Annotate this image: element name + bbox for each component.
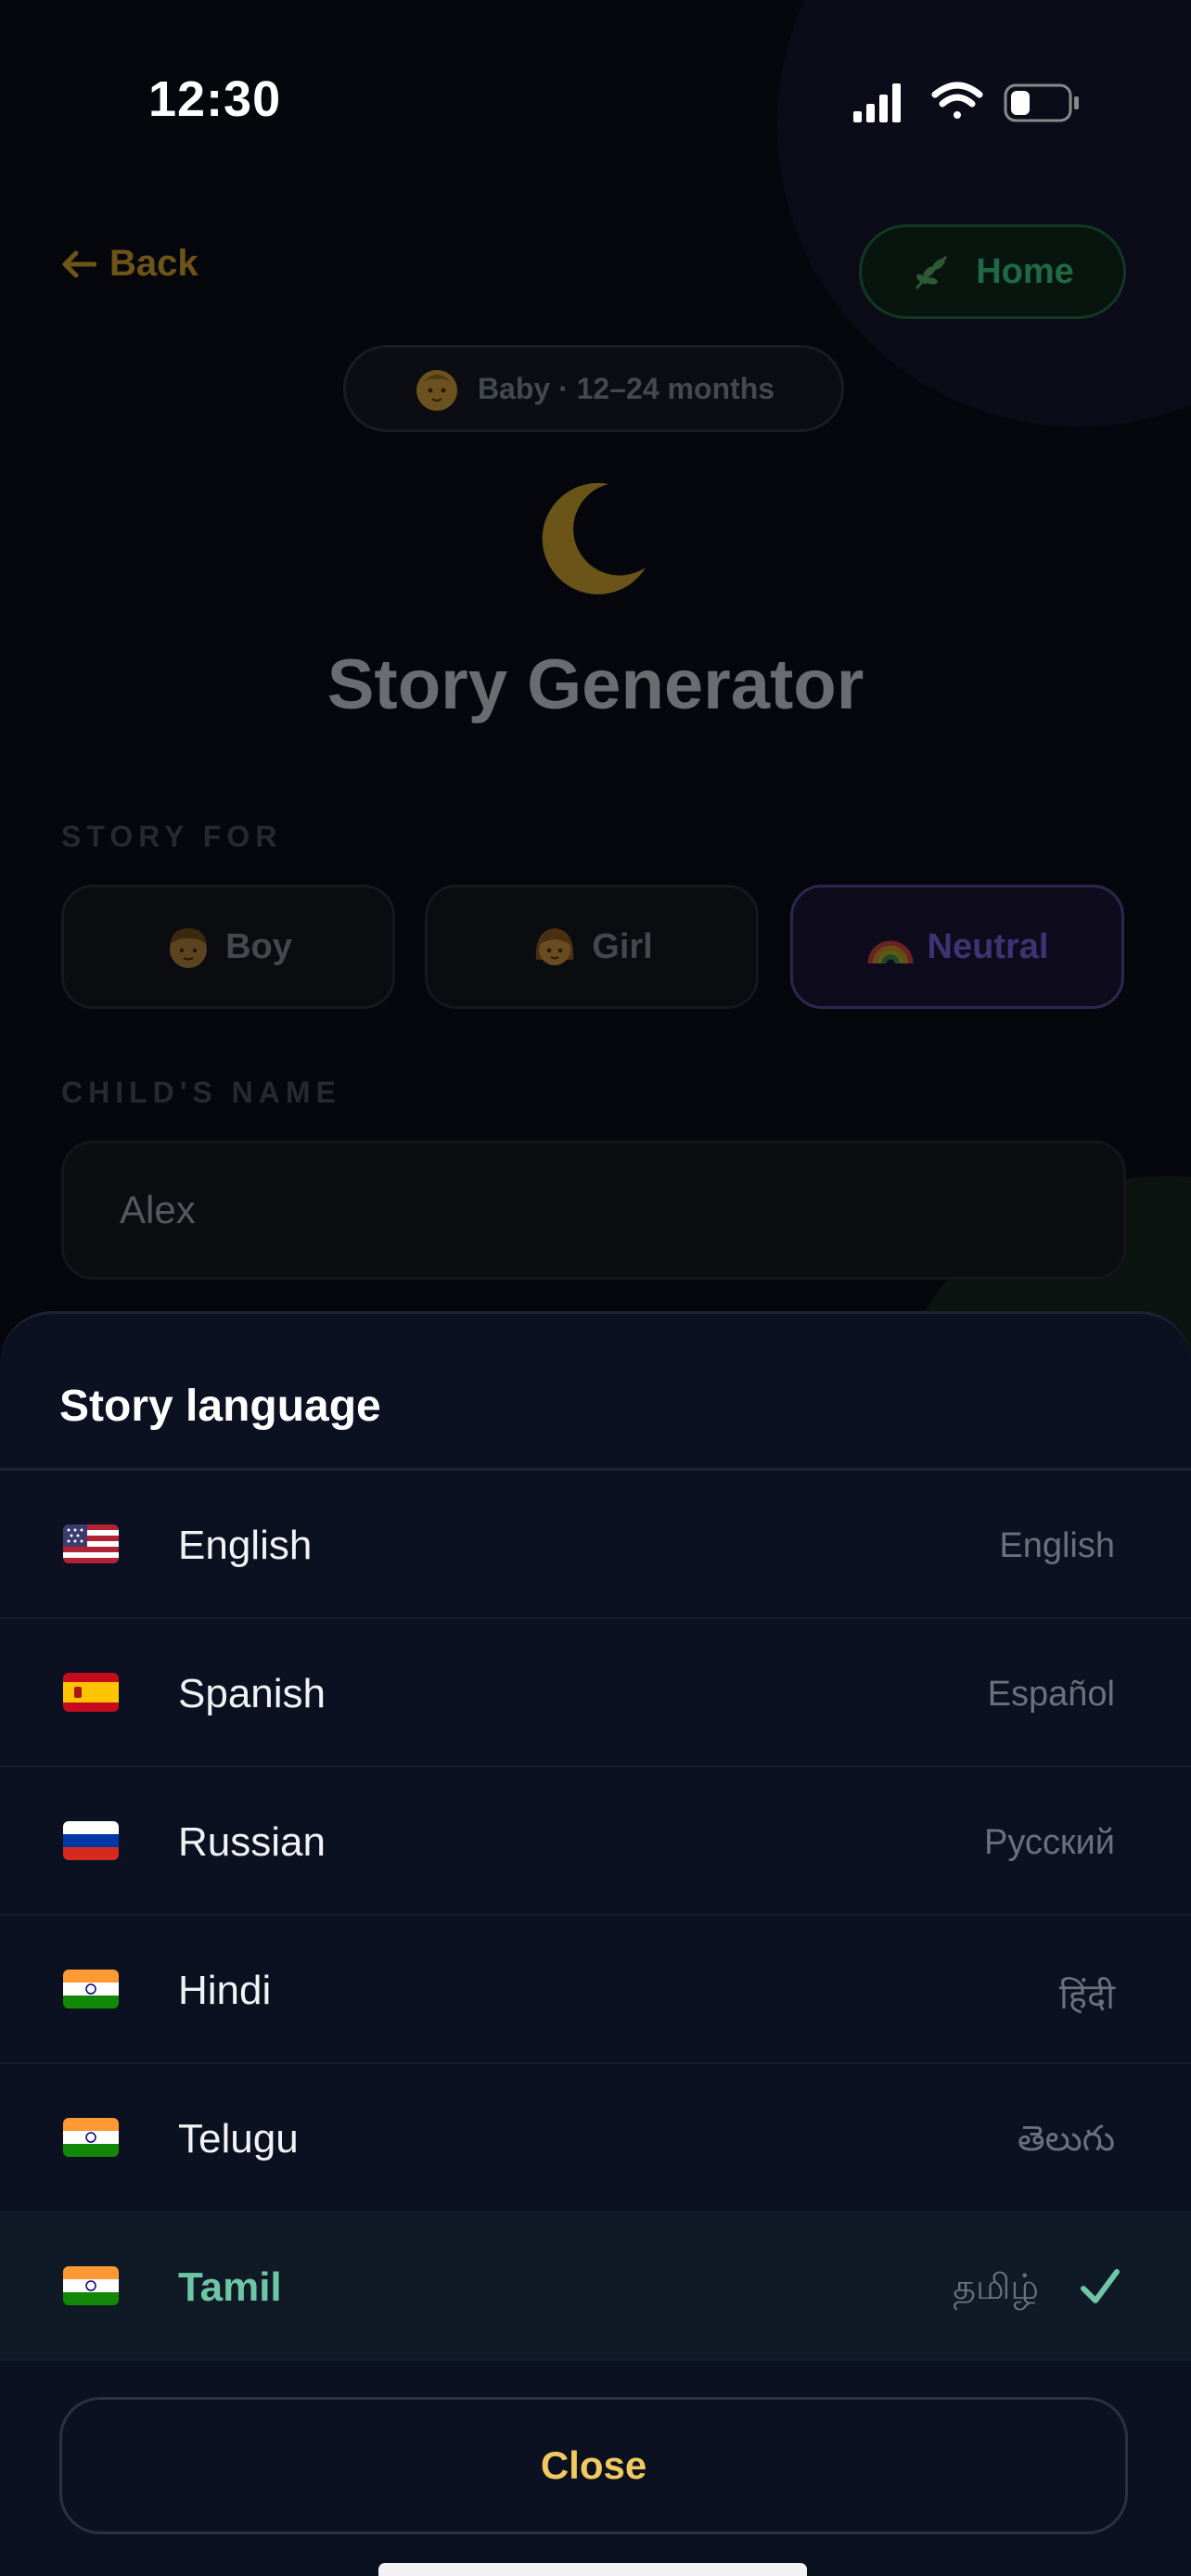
language-name: Telugu [178,2116,299,2162]
story-for-neutral-button[interactable]: Neutral [790,885,1124,1009]
back-button-label: Back [109,243,198,284]
language-native-name: தமிழ் [953,2268,1039,2307]
cellular-signal-icon [853,83,901,122]
spain-flag-icon [63,1673,119,1712]
story-generator-screen: 12:30 Back Home Baby · 12–24 months Stor… [0,0,1191,2576]
story-for-label: STORY FOR [61,820,283,853]
language-name: English [178,1523,313,1568]
language-name: Russian [178,1819,326,1865]
india-flag-icon [63,1970,119,2009]
language-option-tamil[interactable]: Tamil தமிழ் [0,2213,1191,2361]
us-flag-icon [63,1524,119,1563]
checkmark-icon [1081,2269,1120,2303]
arrow-left-icon [62,250,96,277]
age-range-badge: Baby · 12–24 months [343,345,844,432]
boy-face-icon [170,928,208,968]
child-name-input[interactable]: Alex [61,1141,1126,1280]
language-name: Tamil [178,2264,282,2310]
story-for-neutral-label: Neutral [927,926,1049,966]
language-native-name: Español [987,1675,1115,1714]
story-for-boy-label: Boy [225,926,292,966]
leaf-icon [916,255,948,289]
wifi-icon [931,82,983,119]
language-option-telugu[interactable]: Telugu తెలుగు [0,2064,1191,2213]
language-option-english[interactable]: English English [0,1471,1191,1619]
home-button[interactable]: Home [859,224,1126,319]
story-language-sheet: Story language English English Spanish E… [0,1311,1191,2576]
home-button-label: Home [976,251,1074,291]
language-native-name: Русский [984,1823,1115,1862]
story-for-girl-button[interactable]: Girl [425,885,759,1009]
language-option-hindi[interactable]: Hindi हिंदी [0,1916,1191,2064]
girl-face-icon [536,928,574,965]
status-icons [853,82,1079,122]
language-name: Hindi [178,1968,272,2013]
age-range-label: Baby · 12–24 months [477,371,775,405]
language-native-name: हिंदी [1058,1978,1115,2017]
language-option-spanish[interactable]: Spanish Español [0,1619,1191,1767]
india-flag-icon [63,2118,119,2157]
russia-flag-icon [63,1821,119,1860]
sheet-title: Story language [59,1382,381,1431]
story-for-boy-button[interactable]: Boy [61,885,395,1009]
baby-face-icon [416,370,457,411]
status-time: 12:30 [148,71,282,127]
back-button[interactable]: Back [61,243,198,285]
crescent-moon-icon [531,479,646,594]
language-option-russian[interactable]: Russian Русский [0,1767,1191,1916]
close-button[interactable]: Close [59,2397,1128,2534]
home-indicator[interactable] [378,2563,807,2576]
india-flag-icon [63,2266,119,2305]
language-native-name: English [999,1526,1115,1565]
child-name-label: CHILD'S NAME [61,1076,341,1109]
language-name: Spanish [178,1671,327,1716]
story-for-girl-label: Girl [592,926,653,966]
language-native-name: తెలుగు [1018,2120,1115,2159]
page-title: Story Generator [327,645,864,724]
battery-icon [1004,83,1079,122]
decorative-circle-top [777,0,1191,427]
rainbow-icon [867,940,914,964]
